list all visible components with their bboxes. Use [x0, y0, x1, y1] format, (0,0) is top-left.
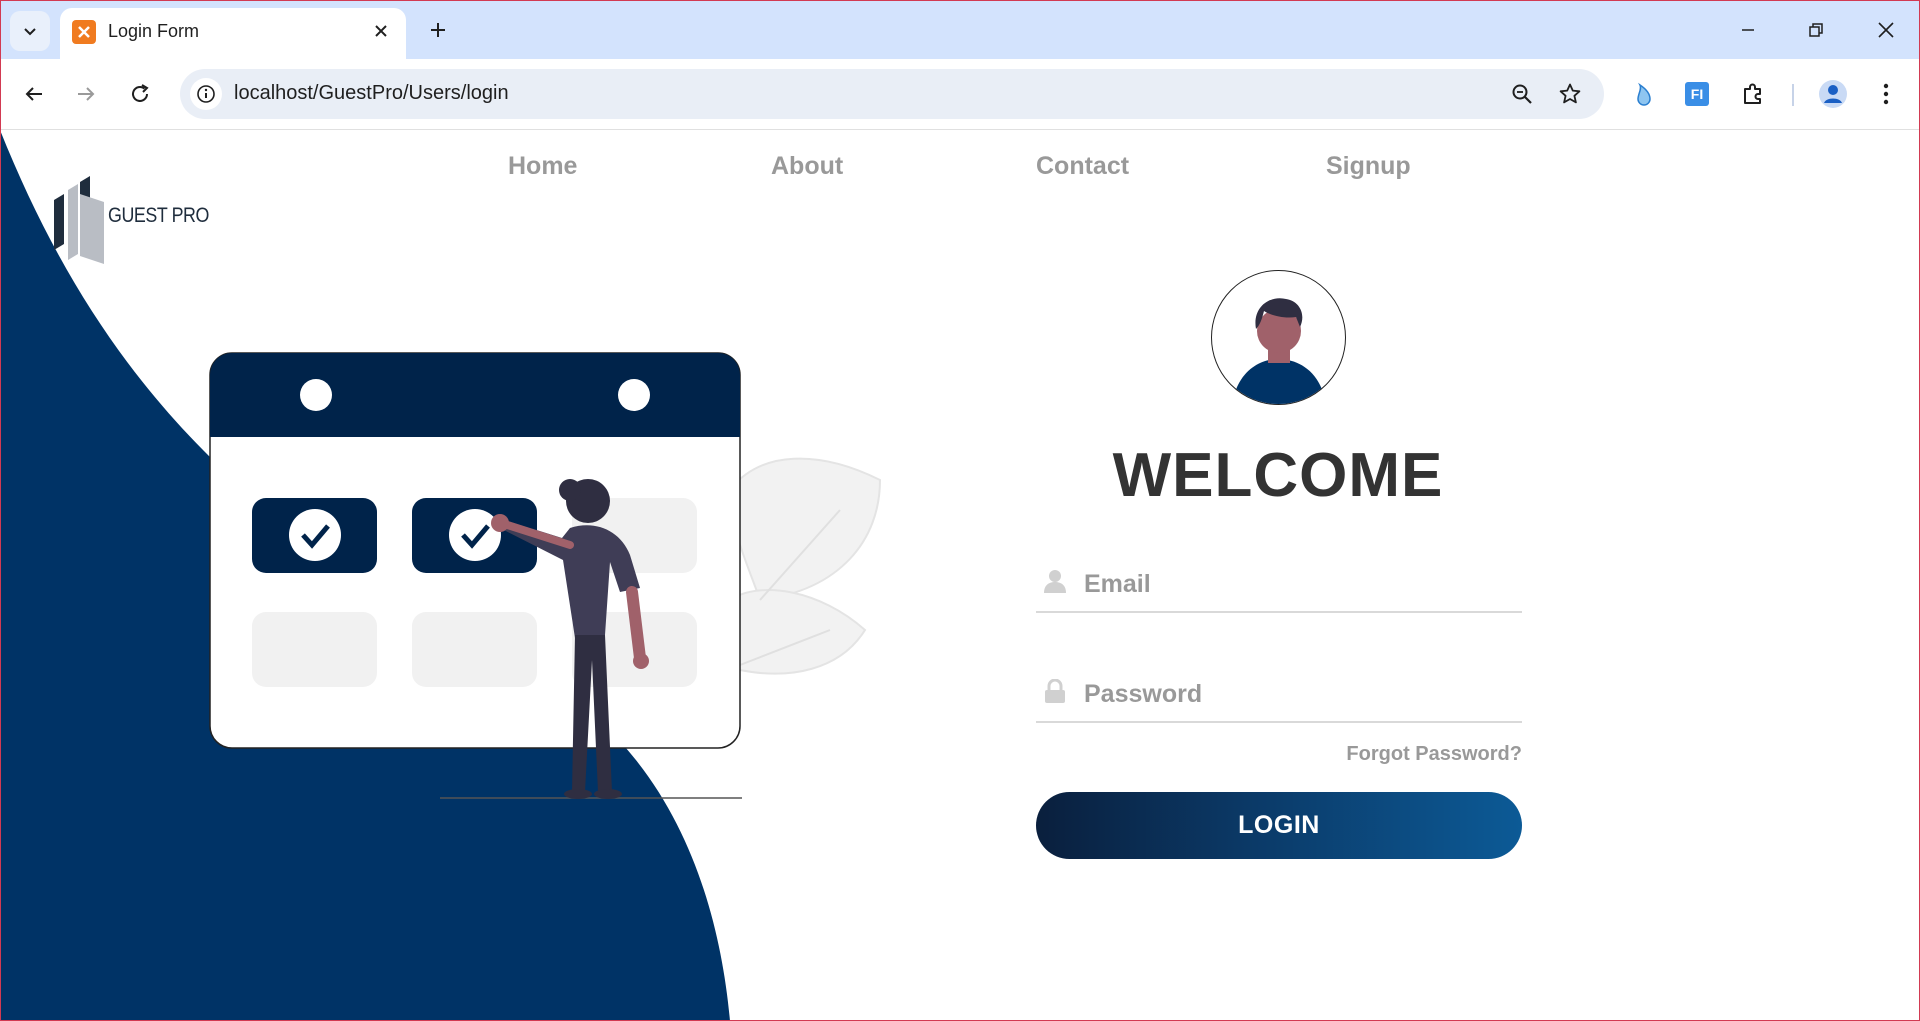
- browser-tab-active[interactable]: Login Form: [60, 8, 406, 59]
- plus-icon: [431, 23, 445, 37]
- password-field: [1036, 665, 1522, 723]
- forgot-password-link[interactable]: Forgot Password?: [1300, 743, 1522, 766]
- xampp-favicon-icon: [72, 20, 96, 44]
- lock-icon: [1045, 679, 1065, 703]
- bookmark-star-icon[interactable]: [1554, 78, 1586, 110]
- browser-toolbar: localhost/GuestPro/Users/login FI: [0, 59, 1920, 130]
- nav-about-link[interactable]: About: [771, 152, 843, 181]
- close-window-button[interactable]: [1858, 0, 1914, 59]
- close-icon: [1878, 21, 1894, 38]
- extension-fi-icon[interactable]: FI: [1677, 74, 1717, 114]
- email-field: [1036, 555, 1522, 613]
- calendar-illustration: [209, 352, 882, 799]
- restore-button[interactable]: [1788, 0, 1844, 59]
- extension-drop-icon[interactable]: [1624, 74, 1664, 114]
- more-menu-icon[interactable]: [1866, 74, 1906, 114]
- logo-text: GUEST PRO: [108, 204, 209, 227]
- user-avatar: [1211, 270, 1346, 405]
- svg-text:FI: FI: [1691, 86, 1703, 102]
- site-info-icon[interactable]: [190, 78, 222, 110]
- url-text[interactable]: localhost/GuestPro/Users/login: [234, 82, 509, 105]
- email-input[interactable]: [1082, 561, 1516, 607]
- user-icon: [1044, 570, 1066, 593]
- arrow-right-icon: [78, 87, 95, 101]
- extensions-puzzle-icon[interactable]: [1733, 74, 1773, 114]
- tab-close-icon[interactable]: [366, 16, 396, 46]
- nav-contact-link[interactable]: Contact: [1036, 152, 1129, 181]
- minimize-icon: [1742, 28, 1754, 31]
- zoom-icon[interactable]: [1506, 78, 1538, 110]
- nav-signup-link[interactable]: Signup: [1326, 152, 1411, 181]
- arrow-left-icon: [25, 87, 42, 101]
- welcome-heading: WELCOME: [1112, 441, 1444, 510]
- toolbar-separator: [1792, 84, 1794, 106]
- login-button[interactable]: LOGIN: [1036, 792, 1522, 859]
- user-avatar-icon: [1232, 298, 1326, 404]
- profile-avatar-icon[interactable]: [1813, 74, 1853, 114]
- minimize-button[interactable]: [1720, 0, 1776, 59]
- forward-button[interactable]: [66, 74, 106, 114]
- guest-pro-logo-icon: [54, 176, 104, 264]
- new-tab-button[interactable]: [420, 12, 456, 48]
- restore-icon: [1809, 22, 1823, 37]
- tab-title: Login Form: [108, 21, 200, 41]
- back-button[interactable]: [14, 74, 54, 114]
- address-bar[interactable]: localhost/GuestPro/Users/login: [180, 69, 1604, 119]
- nav-home-link[interactable]: Home: [508, 152, 577, 181]
- password-input[interactable]: [1082, 671, 1516, 717]
- reload-icon: [132, 84, 149, 102]
- chevron-down-icon: [24, 28, 36, 36]
- tab-search-button[interactable]: [10, 11, 50, 51]
- reload-button[interactable]: [120, 74, 160, 114]
- browser-tab-strip: Login Form: [0, 0, 1920, 59]
- login-page: GUEST PRO Home About Contact Signup WELC…: [0, 130, 1920, 1021]
